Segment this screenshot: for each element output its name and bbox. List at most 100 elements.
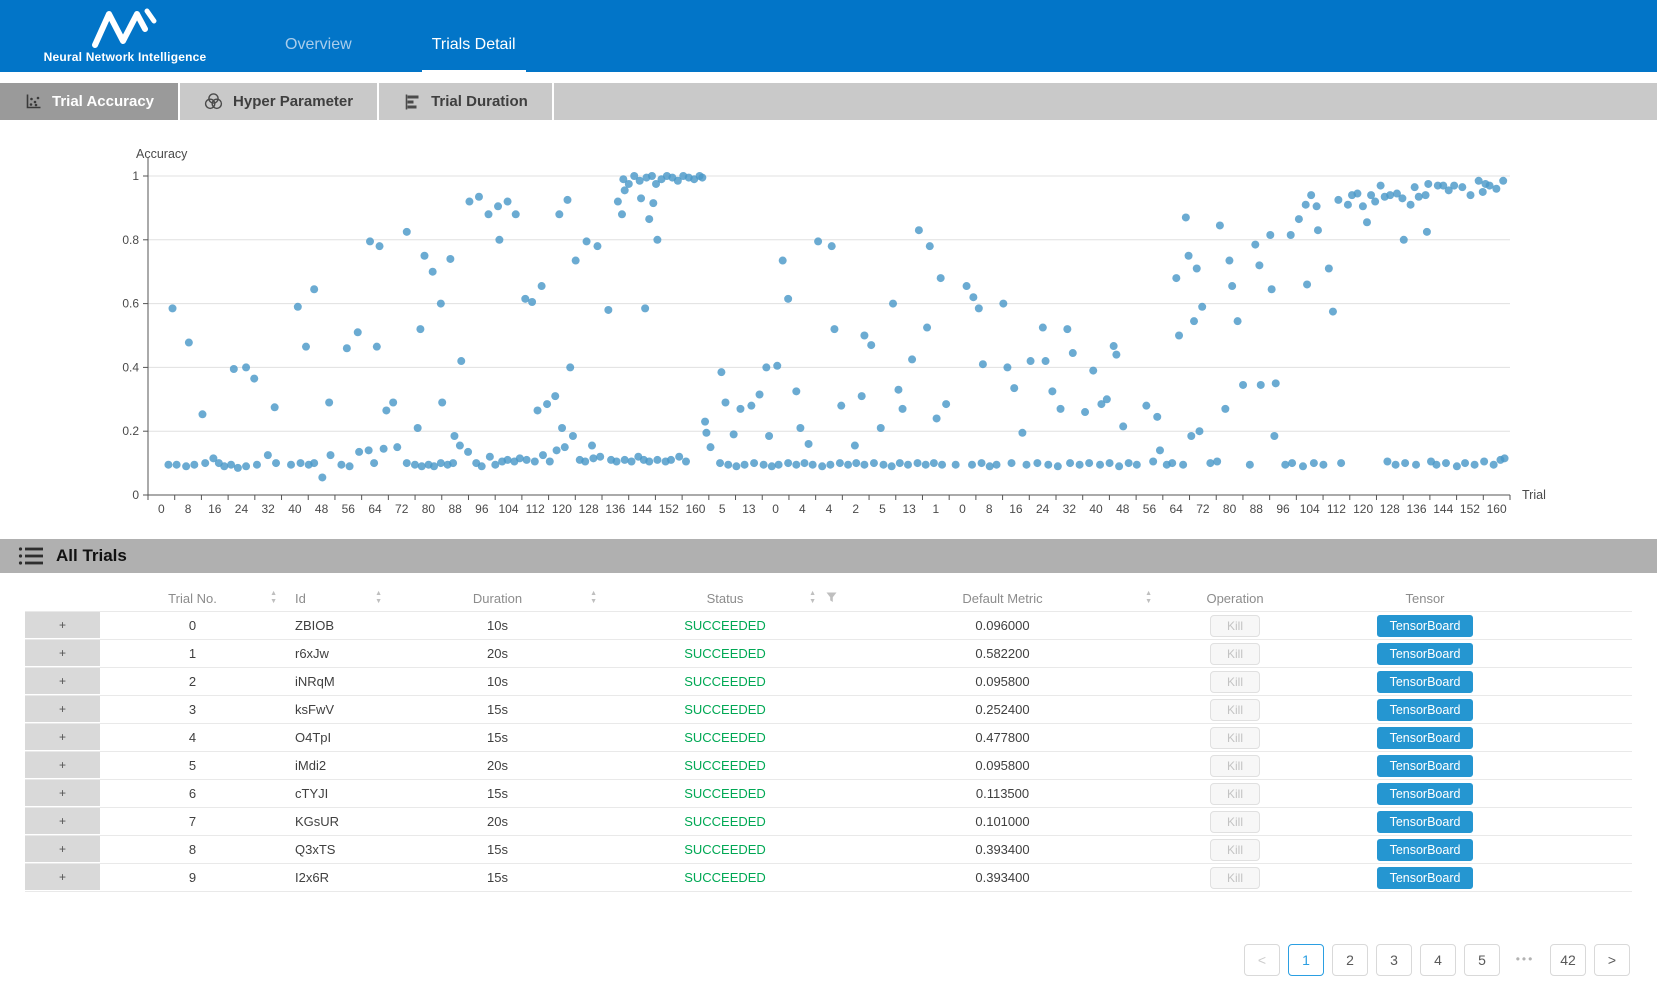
scatter-point[interactable] bbox=[558, 424, 566, 432]
scatter-point[interactable] bbox=[818, 462, 826, 470]
scatter-point[interactable] bbox=[411, 461, 419, 469]
scatter-point[interactable] bbox=[1392, 461, 1400, 469]
scatter-point[interactable] bbox=[1486, 182, 1494, 190]
scatter-point[interactable] bbox=[836, 459, 844, 467]
scatter-point[interactable] bbox=[227, 461, 235, 469]
scatter-point[interactable] bbox=[707, 443, 715, 451]
tensorboard-button[interactable]: TensorBoard bbox=[1377, 615, 1474, 637]
scatter-point[interactable] bbox=[589, 454, 597, 462]
sort-icon[interactable]: ▲▼ bbox=[809, 591, 816, 605]
scatter-point[interactable] bbox=[986, 462, 994, 470]
scatter-point[interactable] bbox=[553, 446, 561, 454]
scatter-point[interactable] bbox=[805, 440, 813, 448]
scatter-point[interactable] bbox=[826, 461, 834, 469]
scatter-point[interactable] bbox=[937, 274, 945, 282]
scatter-point[interactable] bbox=[860, 461, 868, 469]
scatter-point[interactable] bbox=[569, 432, 577, 440]
scatter-point[interactable] bbox=[539, 451, 547, 459]
scatter-point[interactable] bbox=[828, 242, 836, 250]
scatter-point[interactable] bbox=[1112, 351, 1120, 359]
scatter-point[interactable] bbox=[792, 461, 800, 469]
scatter-point[interactable] bbox=[1213, 458, 1221, 466]
scatter-point[interactable] bbox=[185, 339, 193, 347]
scatter-point[interactable] bbox=[1401, 459, 1409, 467]
scatter-point[interactable] bbox=[1299, 462, 1307, 470]
scatter-point[interactable] bbox=[1310, 459, 1318, 467]
scatter-point[interactable] bbox=[271, 403, 279, 411]
tensorboard-button[interactable]: TensorBoard bbox=[1377, 811, 1474, 833]
scatter-point[interactable] bbox=[809, 461, 817, 469]
scatter-point[interactable] bbox=[1175, 332, 1183, 340]
scatter-point[interactable] bbox=[1363, 218, 1371, 226]
scatter-point[interactable] bbox=[914, 459, 922, 467]
scatter-point[interactable] bbox=[614, 198, 622, 206]
sort-icon[interactable]: ▲▼ bbox=[1145, 591, 1152, 605]
scatter-point[interactable] bbox=[1415, 193, 1423, 201]
scatter-point[interactable] bbox=[437, 459, 445, 467]
scatter-point[interactable] bbox=[264, 451, 272, 459]
scatter-point[interactable] bbox=[667, 456, 675, 464]
column-header-duration[interactable]: Duration▲▼ bbox=[390, 585, 605, 611]
scatter-point[interactable] bbox=[201, 459, 209, 467]
scatter-point[interactable] bbox=[613, 458, 621, 466]
scatter-point[interactable] bbox=[1422, 191, 1430, 199]
scatter-point[interactable] bbox=[628, 458, 636, 466]
scatter-point[interactable] bbox=[1319, 461, 1327, 469]
scatter-point[interactable] bbox=[370, 459, 378, 467]
scatter-point[interactable] bbox=[747, 402, 755, 410]
scatter-point[interactable] bbox=[1190, 317, 1198, 325]
scatter-point[interactable] bbox=[1287, 231, 1295, 239]
scatter-point[interactable] bbox=[325, 398, 333, 406]
scatter-point[interactable] bbox=[1303, 280, 1311, 288]
scatter-point[interactable] bbox=[1453, 462, 1461, 470]
scatter-point[interactable] bbox=[346, 462, 354, 470]
scatter-point[interactable] bbox=[837, 402, 845, 410]
scatter-point[interactable] bbox=[768, 462, 776, 470]
scatter-point[interactable] bbox=[1042, 357, 1050, 365]
scatter-point[interactable] bbox=[792, 387, 800, 395]
page-button-5[interactable]: 5 bbox=[1464, 944, 1500, 976]
scatter-point[interactable] bbox=[310, 285, 318, 293]
scatter-point[interactable] bbox=[952, 461, 960, 469]
scatter-point[interactable] bbox=[534, 406, 542, 414]
scatter-point[interactable] bbox=[1044, 461, 1052, 469]
scatter-point[interactable] bbox=[272, 459, 280, 467]
scatter-point[interactable] bbox=[1407, 201, 1415, 209]
row-expander-button[interactable]: + bbox=[25, 864, 100, 891]
scatter-point[interactable] bbox=[968, 461, 976, 469]
scatter-point[interactable] bbox=[376, 242, 384, 250]
scatter-point[interactable] bbox=[1411, 183, 1419, 191]
scatter-point[interactable] bbox=[1066, 459, 1074, 467]
scatter-point[interactable] bbox=[495, 236, 503, 244]
tensorboard-button[interactable]: TensorBoard bbox=[1377, 783, 1474, 805]
scatter-point[interactable] bbox=[1281, 461, 1289, 469]
scatter-point[interactable] bbox=[182, 462, 190, 470]
page-button-3[interactable]: 3 bbox=[1376, 944, 1412, 976]
scatter-point[interactable] bbox=[420, 252, 428, 260]
scatter-point[interactable] bbox=[1085, 459, 1093, 467]
scatter-point[interactable] bbox=[1048, 387, 1056, 395]
scatter-point[interactable] bbox=[969, 293, 977, 301]
scatter-point[interactable] bbox=[1057, 405, 1065, 413]
kill-button[interactable]: Kill bbox=[1210, 811, 1260, 833]
page-button-42[interactable]: 42 bbox=[1550, 944, 1586, 976]
scatter-point[interactable] bbox=[543, 400, 551, 408]
scatter-point[interactable] bbox=[1089, 367, 1097, 375]
scatter-point[interactable] bbox=[1198, 303, 1206, 311]
row-expander-button[interactable]: + bbox=[25, 836, 100, 863]
scatter-point[interactable] bbox=[1313, 202, 1321, 210]
scatter-point[interactable] bbox=[1153, 413, 1161, 421]
scatter-point[interactable] bbox=[561, 443, 569, 451]
scatter-point[interactable] bbox=[1432, 461, 1440, 469]
scatter-point[interactable] bbox=[756, 391, 764, 399]
scatter-point[interactable] bbox=[504, 456, 512, 464]
scatter-point[interactable] bbox=[1018, 429, 1026, 437]
scatter-point[interactable] bbox=[581, 458, 589, 466]
scatter-point[interactable] bbox=[888, 462, 896, 470]
scatter-point[interactable] bbox=[253, 461, 261, 469]
scatter-point[interactable] bbox=[464, 448, 472, 456]
tensorboard-button[interactable]: TensorBoard bbox=[1377, 727, 1474, 749]
scatter-point[interactable] bbox=[775, 461, 783, 469]
scatter-point[interactable] bbox=[389, 398, 397, 406]
scatter-point[interactable] bbox=[457, 357, 465, 365]
